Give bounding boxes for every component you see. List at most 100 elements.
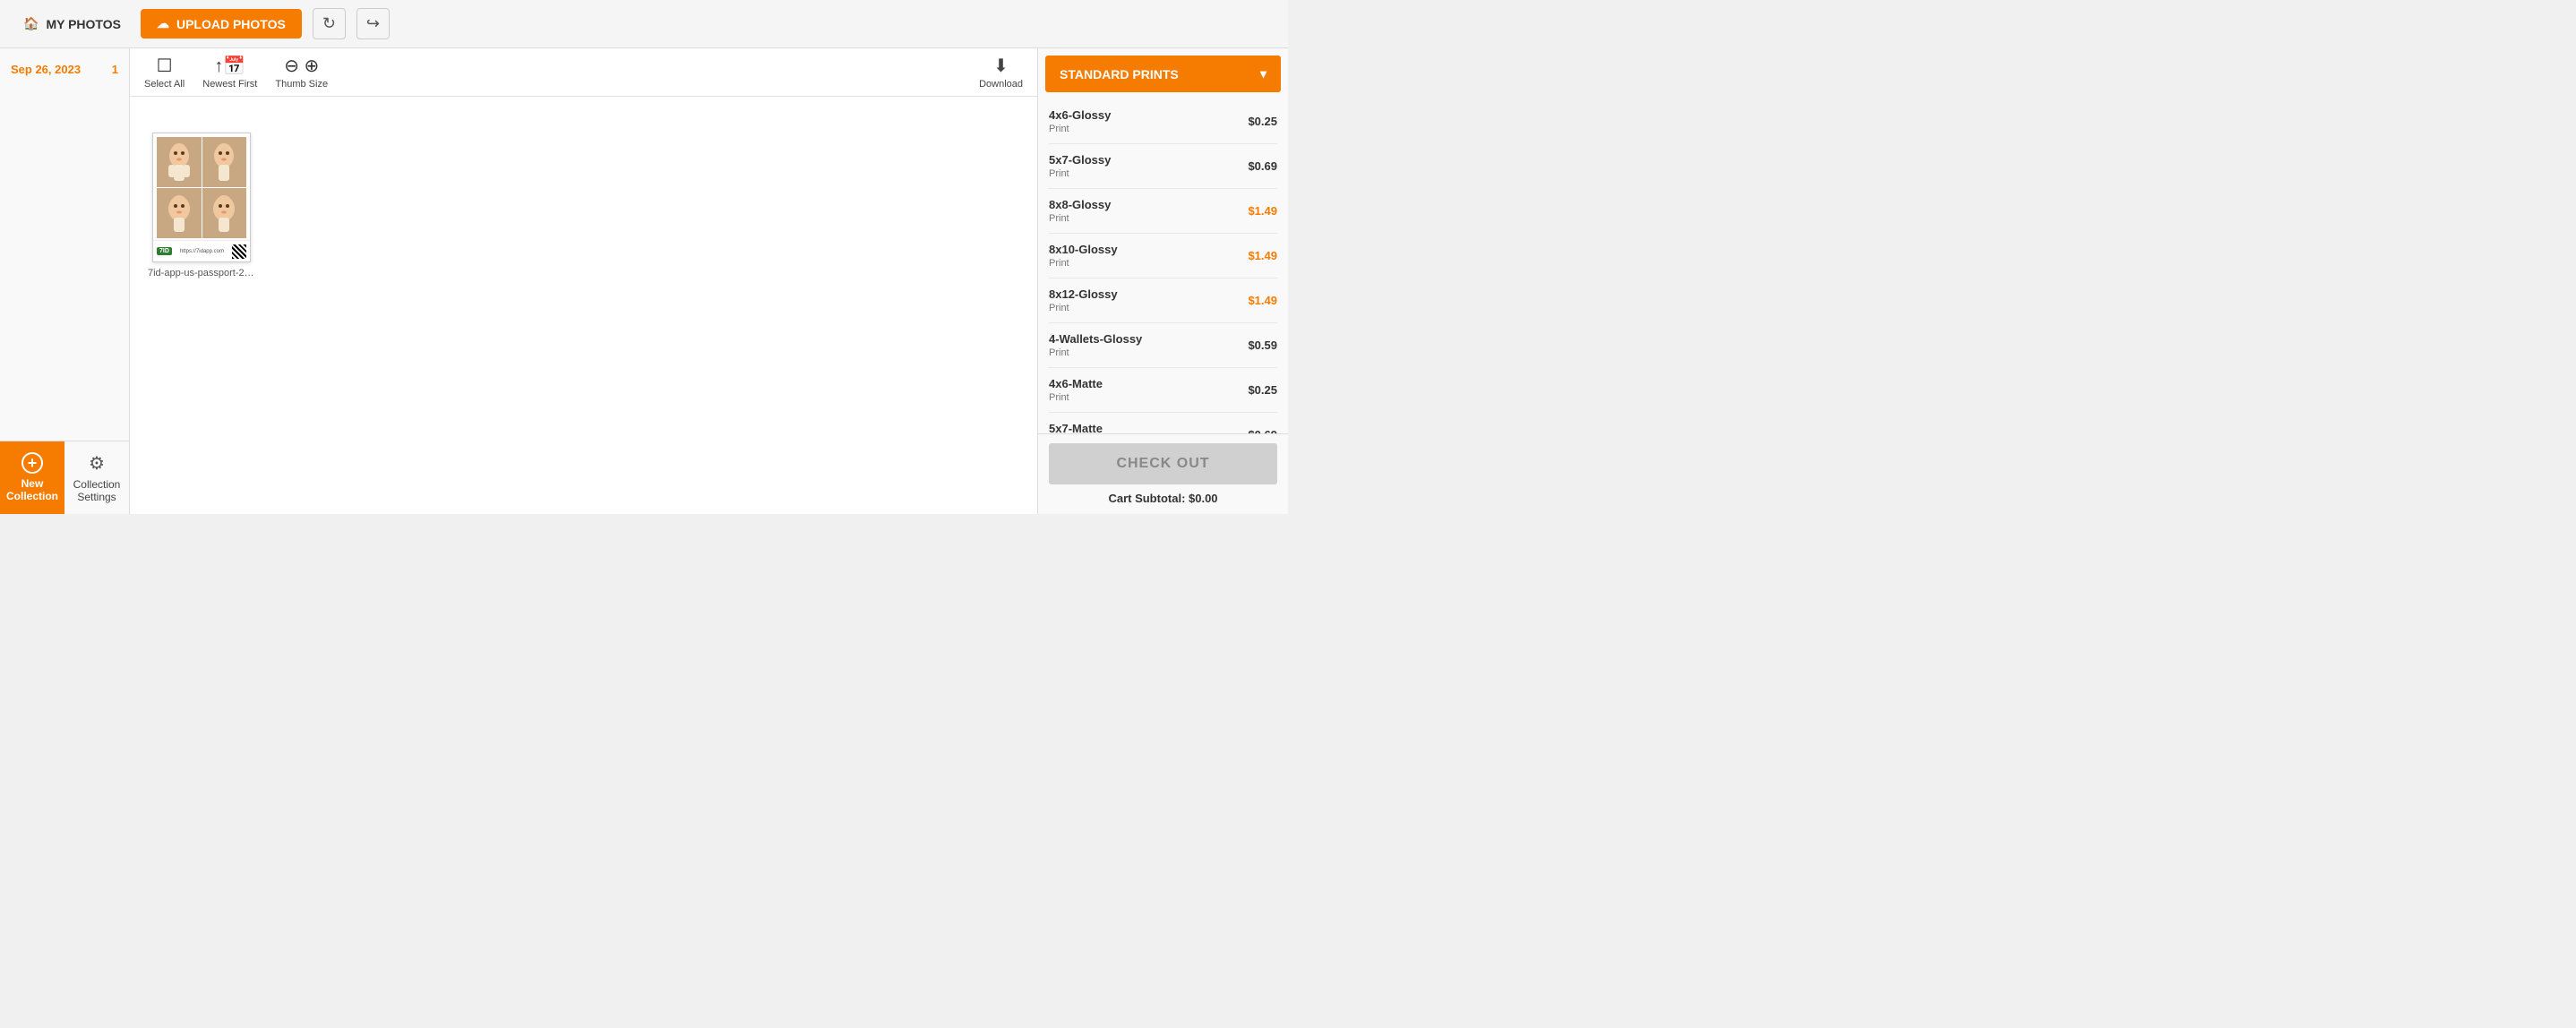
print-name: 8x8-Glossy: [1049, 198, 1111, 211]
photo-filename: 7id-app-us-passport-2023-09...: [148, 268, 255, 278]
baby-face-br: [206, 191, 242, 236]
baby-face-tr: [206, 140, 242, 184]
new-collection-label: NewCollection: [6, 477, 58, 502]
print-info: 5x7-Matte Print: [1049, 422, 1103, 433]
print-price: $0.25: [1248, 383, 1277, 397]
select-all-label: Select All: [144, 79, 185, 90]
share-icon: ↪: [366, 14, 380, 32]
print-info: 4x6-Matte Print: [1049, 377, 1103, 403]
baby-face-bl: [161, 191, 197, 236]
url-label: https://7idapp.com: [180, 249, 224, 254]
passport-cell-tr: [202, 137, 247, 187]
main-layout: Sep 26, 2023 1 + NewCollection ⚙ Collect…: [0, 48, 1288, 514]
passport-cell-bl: [157, 188, 202, 238]
chevron-down-icon: ▾: [1260, 66, 1267, 81]
select-all-button[interactable]: ☐ Select All: [144, 55, 185, 90]
print-info: 8x8-Glossy Print: [1049, 198, 1111, 224]
print-info: 8x10-Glossy Print: [1049, 243, 1118, 269]
print-item[interactable]: 4-Wallets-Glossy Print $0.59: [1049, 323, 1277, 368]
print-item[interactable]: 5x7-Matte Print $0.69: [1049, 413, 1277, 433]
refresh-button[interactable]: ↻: [313, 8, 346, 39]
print-info: 4-Wallets-Glossy Print: [1049, 332, 1142, 358]
print-name: 5x7-Matte: [1049, 422, 1103, 433]
prints-list: 4x6-Glossy Print $0.25 5x7-Glossy Print …: [1038, 99, 1288, 433]
checkout-section: CHECK OUT Cart Subtotal: $0.00: [1038, 433, 1288, 514]
thumb-size-label: Thumb Size: [275, 79, 328, 90]
standard-prints-button[interactable]: STANDARD PRINTS ▾: [1045, 56, 1281, 92]
print-price: $1.49: [1248, 294, 1277, 307]
sort-icon: ↑📅: [214, 55, 245, 77]
print-type: Print: [1049, 168, 1111, 179]
qr-code: [232, 244, 246, 259]
header: 🏠 MY PHOTOS ☁ UPLOAD PHOTOS ↻ ↪: [0, 0, 1288, 48]
my-photos-button[interactable]: 🏠 MY PHOTOS: [14, 11, 130, 37]
print-info: 5x7-Glossy Print: [1049, 153, 1111, 179]
photo-thumbnail: 7ID https://7idapp.com: [152, 133, 251, 262]
right-panel: STANDARD PRINTS ▾ 4x6-Glossy Print $0.25…: [1037, 48, 1288, 514]
print-item[interactable]: 4x6-Matte Print $0.25: [1049, 368, 1277, 413]
print-item[interactable]: 8x10-Glossy Print $1.49: [1049, 234, 1277, 278]
new-collection-button[interactable]: + NewCollection: [0, 441, 64, 514]
print-info: 8x12-Glossy Print: [1049, 287, 1118, 313]
collection-settings-button[interactable]: ⚙ CollectionSettings: [64, 441, 129, 514]
print-price: $1.49: [1248, 204, 1277, 218]
passport-bottom-bar: 7ID https://7idapp.com: [153, 240, 250, 261]
collection-settings-label: CollectionSettings: [73, 478, 121, 503]
thumb-size-icon: ⊖ ⊕: [284, 55, 319, 77]
checkbox-icon: ☐: [157, 55, 173, 77]
print-price: $0.69: [1248, 159, 1277, 173]
print-item[interactable]: 4x6-Glossy Print $0.25: [1049, 99, 1277, 144]
download-label: Download: [979, 79, 1023, 90]
upload-label: UPLOAD PHOTOS: [176, 17, 286, 31]
newest-first-label: Newest First: [202, 79, 257, 90]
newest-first-button[interactable]: ↑📅 Newest First: [202, 55, 257, 90]
print-type: Print: [1049, 392, 1103, 403]
upload-cloud-icon: ☁: [157, 16, 169, 31]
passport-photo-grid: [153, 133, 250, 240]
passport-cell-br: [202, 188, 247, 238]
share-button[interactable]: ↪: [356, 8, 390, 39]
print-name: 5x7-Glossy: [1049, 153, 1111, 167]
print-name: 4x6-Glossy: [1049, 108, 1111, 122]
print-name: 4-Wallets-Glossy: [1049, 332, 1142, 346]
print-item[interactable]: 8x8-Glossy Print $1.49: [1049, 189, 1277, 234]
thumb-size-button[interactable]: ⊖ ⊕ Thumb Size: [275, 55, 328, 90]
home-icon: 🏠: [23, 16, 39, 31]
print-type: Print: [1049, 124, 1111, 134]
photo-item[interactable]: 7ID https://7idapp.com 7id-app-us-passpo…: [148, 133, 255, 278]
print-type: Print: [1049, 347, 1142, 358]
print-name: 4x6-Matte: [1049, 377, 1103, 390]
passport-cell-tl: [157, 137, 202, 187]
sidebar-photo-count: 1: [112, 63, 118, 76]
my-photos-label: MY PHOTOS: [46, 17, 121, 31]
download-icon: ⬇: [993, 55, 1009, 77]
seven-id-badge: 7ID: [157, 247, 172, 255]
print-type: Print: [1049, 258, 1118, 269]
print-type: Print: [1049, 303, 1118, 313]
gear-icon: ⚙: [89, 452, 105, 475]
photo-grid: 7ID https://7idapp.com 7id-app-us-passpo…: [130, 97, 1037, 514]
print-price: $1.49: [1248, 249, 1277, 262]
toolbar: ☐ Select All ↑📅 Newest First ⊖ ⊕ Thumb S…: [130, 48, 1037, 97]
checkout-label: CHECK OUT: [1116, 456, 1209, 471]
print-price: $0.25: [1248, 115, 1277, 128]
upload-photos-button[interactable]: ☁ UPLOAD PHOTOS: [141, 9, 302, 39]
sidebar-bottom: + NewCollection ⚙ CollectionSettings: [0, 441, 129, 514]
print-item[interactable]: 5x7-Glossy Print $0.69: [1049, 144, 1277, 189]
refresh-icon: ↻: [322, 14, 336, 32]
plus-circle-icon: +: [21, 452, 43, 474]
download-button[interactable]: ⬇ Download: [979, 55, 1023, 90]
sidebar-date: Sep 26, 2023: [11, 63, 81, 76]
checkout-button[interactable]: CHECK OUT: [1049, 443, 1277, 484]
print-item[interactable]: 8x12-Glossy Print $1.49: [1049, 278, 1277, 323]
sidebar: Sep 26, 2023 1 + NewCollection ⚙ Collect…: [0, 48, 130, 514]
cart-subtotal: Cart Subtotal: $0.00: [1049, 492, 1277, 505]
standard-prints-label: STANDARD PRINTS: [1060, 67, 1179, 81]
sidebar-date-section: Sep 26, 2023 1: [0, 48, 129, 90]
print-name: 8x10-Glossy: [1049, 243, 1118, 256]
print-price: $0.59: [1248, 338, 1277, 352]
print-name: 8x12-Glossy: [1049, 287, 1118, 301]
baby-face-tl: [161, 140, 197, 184]
content-area: ☐ Select All ↑📅 Newest First ⊖ ⊕ Thumb S…: [130, 48, 1037, 514]
print-info: 4x6-Glossy Print: [1049, 108, 1111, 134]
